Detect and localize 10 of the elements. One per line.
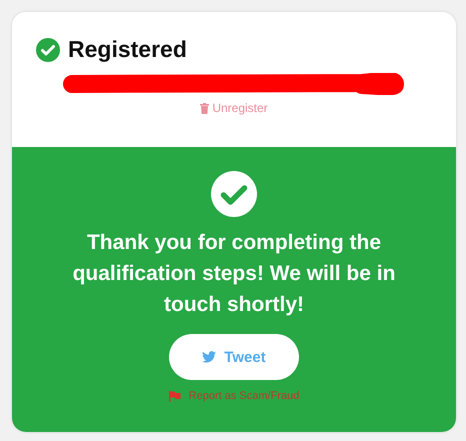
report-link[interactable]: Report as Scam/Fraud (168, 390, 300, 402)
unregister-link[interactable]: Unregister (200, 101, 268, 115)
confirmation-message: Thank you for completing the qualification steps! We will be in touch shortly! (72, 230, 396, 318)
flag-icon (168, 390, 181, 402)
check-circle-icon (36, 38, 60, 62)
bird-icon (202, 351, 216, 363)
status-title: Registered (68, 36, 187, 63)
check-circle-icon (211, 171, 257, 217)
trash-icon (200, 102, 210, 114)
tweet-button[interactable]: Tweet (169, 334, 299, 380)
